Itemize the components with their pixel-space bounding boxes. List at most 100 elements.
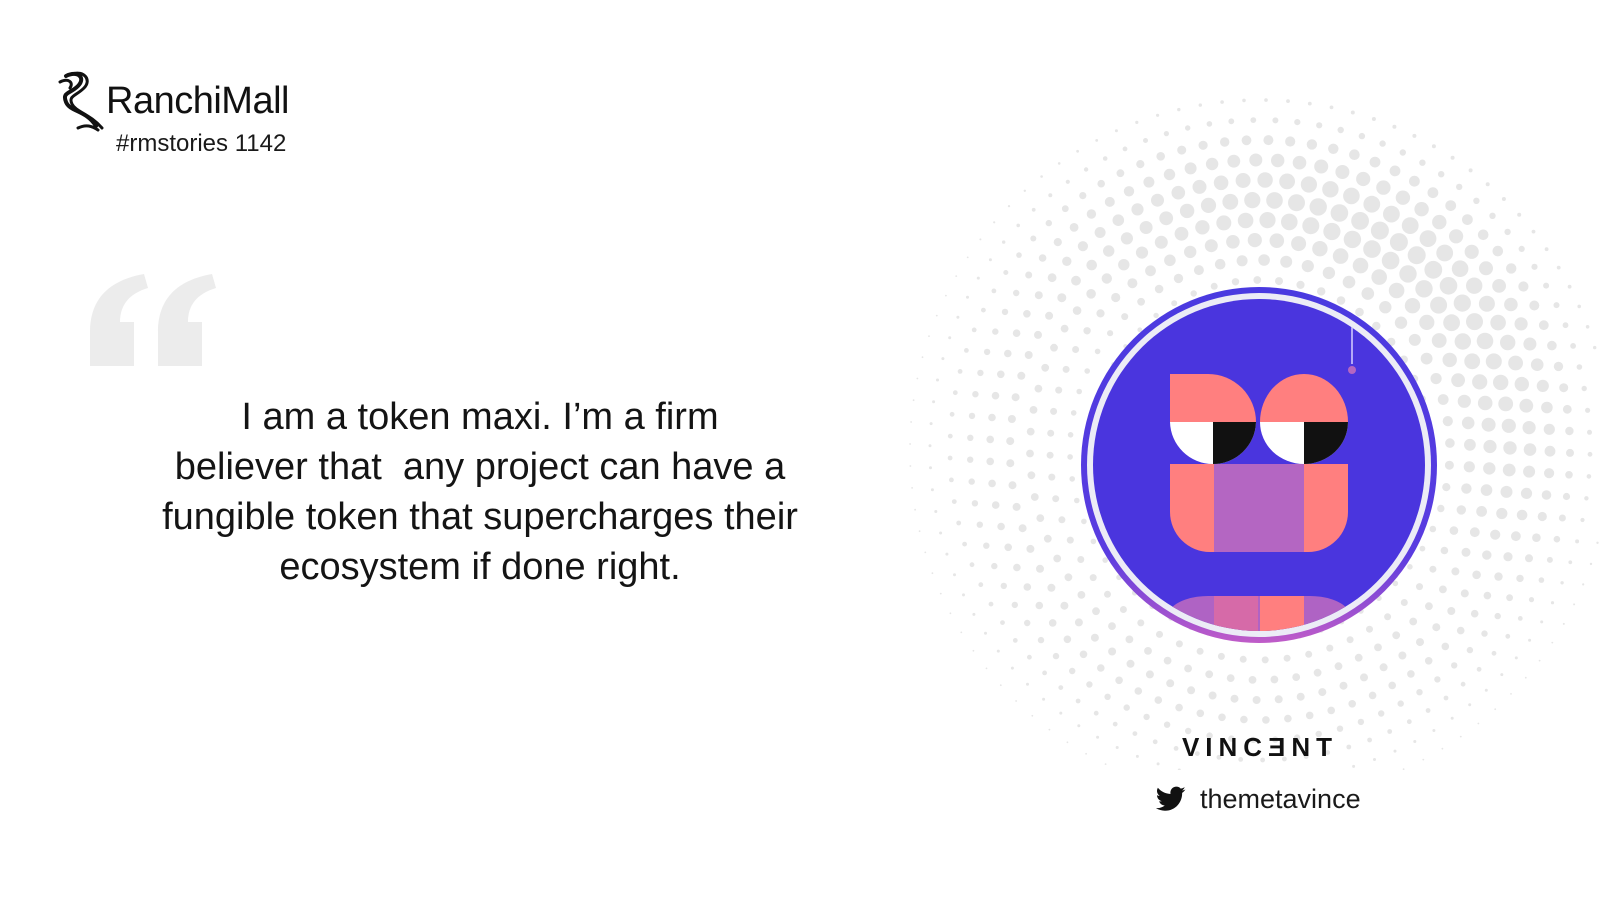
halftone-dot <box>1086 209 1097 219</box>
halftone-dot <box>1484 688 1488 692</box>
halftone-dot <box>1470 609 1479 618</box>
halftone-dot <box>966 295 969 299</box>
halftone-dot <box>1399 149 1406 156</box>
twitter-handle-row[interactable]: themetavince <box>1156 782 1361 816</box>
halftone-dot <box>1510 693 1512 695</box>
twitter-handle[interactable]: themetavince <box>1200 784 1361 815</box>
halftone-dot <box>1441 747 1444 750</box>
halftone-dot <box>1466 646 1474 654</box>
halftone-dot <box>1156 152 1165 161</box>
halftone-dot <box>1575 539 1580 544</box>
halftone-dot <box>1034 291 1043 300</box>
halftone-dot <box>1531 229 1536 234</box>
halftone-dot <box>1329 105 1334 110</box>
halftone-dot <box>1318 688 1327 697</box>
halftone-dot <box>935 314 938 317</box>
halftone-dot <box>1528 638 1532 642</box>
halftone-dot <box>1305 711 1314 720</box>
halftone-dot <box>912 399 915 402</box>
halftone-dot <box>1036 514 1045 522</box>
halftone-dot <box>1395 190 1411 205</box>
halftone-dot <box>1258 254 1270 266</box>
halftone-dot <box>1266 192 1283 209</box>
halftone-dot <box>1026 682 1029 686</box>
halftone-dot <box>1483 462 1496 475</box>
halftone-dot <box>1226 674 1235 682</box>
halftone-dot <box>1045 311 1054 320</box>
halftone-dot <box>945 294 947 297</box>
avatar-illustration <box>1081 287 1437 643</box>
halftone-dot <box>1472 374 1488 390</box>
halftone-dot <box>1491 650 1497 656</box>
halftone-dot <box>1538 577 1545 583</box>
halftone-dot <box>1010 666 1014 670</box>
halftone-dot <box>1514 317 1528 331</box>
halftone-dot <box>1222 193 1239 210</box>
halftone-dot <box>1139 221 1153 234</box>
halftone-dot <box>1322 181 1339 198</box>
halftone-dot <box>1323 222 1341 241</box>
halftone-dot <box>1086 681 1093 688</box>
halftone-dot <box>1463 461 1475 473</box>
halftone-dot <box>1115 676 1123 685</box>
halftone-dot <box>957 369 963 374</box>
halftone-dot <box>1379 140 1386 147</box>
halftone-dot <box>1143 138 1148 143</box>
halftone-dot <box>1013 289 1020 297</box>
halftone-dot <box>1560 581 1564 585</box>
halftone-dot <box>1550 601 1555 605</box>
halftone-dot <box>1459 735 1462 738</box>
halftone-dot <box>983 348 991 356</box>
halftone-dot <box>1505 633 1511 639</box>
halftone-dot <box>1220 137 1230 147</box>
halftone-dot <box>1058 685 1064 690</box>
halftone-dot <box>1042 670 1047 676</box>
halftone-dot <box>1407 670 1415 678</box>
halftone-dot <box>1015 700 1017 702</box>
halftone-dot <box>1213 175 1229 191</box>
halftone-dot <box>1184 664 1192 673</box>
halftone-dot <box>947 455 953 461</box>
halftone-dot <box>948 336 952 340</box>
halftone-dot <box>1179 203 1195 219</box>
halftone-dot <box>1077 241 1088 252</box>
halftone-dot <box>1587 451 1593 457</box>
halftone-dot <box>949 411 955 417</box>
halftone-dot <box>1438 171 1445 178</box>
halftone-dot <box>1531 263 1538 270</box>
halftone-dot <box>1368 691 1377 700</box>
halftone-dot <box>1062 256 1072 266</box>
halftone-dot <box>1249 153 1263 167</box>
halftone-dot <box>1316 122 1323 129</box>
halftone-dot <box>1095 139 1099 142</box>
halftone-dot <box>1250 117 1257 123</box>
halftone-dot <box>1104 196 1115 207</box>
halftone-dot <box>929 466 932 470</box>
halftone-dot <box>1547 340 1557 351</box>
halftone-dot <box>1269 233 1285 248</box>
halftone-dot <box>993 221 996 224</box>
halftone-dot <box>1205 670 1214 679</box>
quote-text: I am a token maxi. I’m a firm believer t… <box>100 392 860 592</box>
halftone-dot <box>1436 244 1454 262</box>
halftone-dot <box>1279 173 1295 190</box>
halftone-dot <box>1193 265 1204 276</box>
halftone-dot <box>1154 235 1168 249</box>
halftone-dot <box>1030 493 1039 501</box>
halftone-dot <box>1532 533 1541 542</box>
halftone-dot <box>1585 325 1590 329</box>
halftone-dot <box>1307 101 1312 106</box>
halftone-dot <box>1195 220 1210 235</box>
halftone-dot <box>1007 205 1011 208</box>
halftone-dot <box>1517 212 1522 217</box>
halftone-dot <box>962 593 965 597</box>
halftone-dot <box>979 238 982 241</box>
halftone-dot <box>1001 308 1009 316</box>
halftone-dot <box>1468 168 1473 173</box>
halftone-dot <box>1134 687 1143 695</box>
halftone-dot <box>1216 215 1232 231</box>
halftone-dot <box>956 520 962 526</box>
halftone-dot <box>976 276 980 280</box>
halftone-dot <box>1397 700 1404 707</box>
halftone-dot <box>1485 182 1490 187</box>
